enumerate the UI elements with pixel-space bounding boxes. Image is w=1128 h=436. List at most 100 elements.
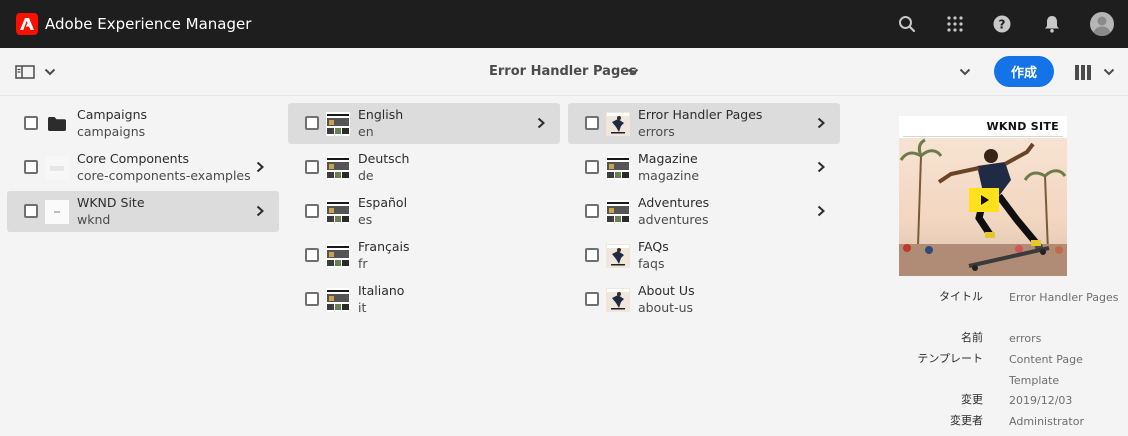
svg-text:?: ? (999, 18, 1006, 32)
item-title: Français (358, 239, 410, 254)
chevron-down-icon[interactable] (627, 67, 639, 77)
meta-value-modified-by: Administrator (1009, 415, 1084, 428)
item-checkbox[interactable] (24, 160, 38, 174)
page-thumbnail (326, 200, 350, 224)
column-item-core-components[interactable]: Core Components core-components-examples (7, 147, 279, 188)
meta-value-title: Error Handler Pages (1009, 291, 1119, 304)
chevron-right-icon[interactable] (815, 205, 827, 217)
item-title: Español (358, 195, 408, 210)
item-name: campaigns (77, 124, 146, 139)
item-title: Italiano (358, 283, 405, 298)
item-title: WKND Site (77, 195, 145, 210)
page-thumbnail (326, 244, 350, 268)
item-title: Deutsch (358, 151, 410, 166)
apps-grid-icon[interactable] (943, 12, 967, 36)
action-bar: Error Handler Pages 作成 (0, 48, 1128, 96)
column-item-error-handler-pages[interactable]: Error Handler Pages errors (568, 103, 840, 144)
app-title[interactable]: Adobe Experience Manager (45, 14, 251, 34)
user-avatar-icon[interactable] (1090, 12, 1114, 36)
column-item-adventures[interactable]: Adventures adventures (568, 191, 840, 232)
column-item-deutsch[interactable]: Deutsch de (288, 147, 560, 188)
select-dropdown-chevron-icon[interactable] (959, 67, 971, 77)
meta-label-modified: 変更 (961, 393, 983, 406)
item-title: English (358, 107, 404, 122)
meta-label-template: テンプレート (917, 352, 983, 365)
page-thumbnail (45, 200, 69, 224)
meta-value-template: Content Page Template (1009, 353, 1083, 387)
item-checkbox[interactable] (585, 248, 599, 262)
item-title: Adventures (638, 195, 710, 210)
adobe-logo-icon[interactable] (16, 13, 38, 35)
meta-label-title: タイトル (939, 290, 983, 303)
item-checkbox[interactable] (585, 292, 599, 306)
item-title: Campaigns (77, 107, 148, 122)
page-thumbnail (606, 288, 630, 312)
item-checkbox[interactable] (305, 292, 319, 306)
item-checkbox[interactable] (305, 248, 319, 262)
page-thumbnail (606, 156, 630, 180)
item-checkbox[interactable] (305, 116, 319, 130)
item-name: errors (638, 124, 675, 139)
item-checkbox[interactable] (305, 160, 319, 174)
notifications-bell-icon[interactable] (1040, 12, 1064, 36)
item-name: wknd (77, 212, 111, 227)
item-checkbox[interactable] (24, 204, 38, 218)
search-icon[interactable] (895, 12, 919, 36)
meta-value-name: errors (1009, 332, 1042, 345)
page-thumbnail (45, 156, 69, 180)
column-item-campaigns[interactable]: Campaigns campaigns (7, 103, 279, 144)
chevron-right-icon[interactable] (815, 161, 827, 173)
item-checkbox[interactable] (24, 116, 38, 130)
column-item-wknd-site[interactable]: WKND Site wknd (7, 191, 279, 232)
page-thumbnail (326, 112, 350, 136)
column-item-magazine[interactable]: Magazine magazine (568, 147, 840, 188)
column-item-francais[interactable]: Français fr (288, 235, 560, 276)
item-title: Error Handler Pages (638, 107, 763, 122)
global-header: Adobe Experience Manager ? (0, 0, 1128, 48)
item-name: es (358, 212, 373, 227)
item-name: it (358, 300, 367, 315)
chevron-down-icon[interactable] (44, 67, 56, 77)
meta-value-modified: 2019/12/03 (1009, 394, 1073, 407)
meta-label-name: 名前 (961, 331, 983, 344)
item-name: core-components-examples (77, 168, 251, 183)
chevron-right-icon[interactable] (254, 161, 266, 173)
item-name: en (358, 124, 374, 139)
preview-site-heading: WKND SITE (986, 120, 1059, 133)
item-title: Magazine (638, 151, 698, 166)
page-preview-image: WKND SITE (899, 116, 1067, 276)
item-name: magazine (638, 168, 700, 183)
item-checkbox[interactable] (305, 204, 319, 218)
chevron-right-icon[interactable] (815, 117, 827, 129)
folder-icon (45, 112, 69, 136)
rail-toggle-icon[interactable] (15, 65, 35, 79)
item-checkbox[interactable] (585, 204, 599, 218)
item-title: Core Components (77, 151, 189, 166)
meta-label-modified-by: 変更者 (950, 414, 983, 427)
item-checkbox[interactable] (585, 160, 599, 174)
page-thumbnail (606, 244, 630, 268)
column-item-about-us[interactable]: About Us about-us (568, 279, 840, 320)
page-thumbnail (606, 200, 630, 224)
item-name: de (358, 168, 374, 183)
column-item-italiano[interactable]: Italiano it (288, 279, 560, 320)
page-thumbnail (326, 288, 350, 312)
item-title: FAQs (638, 239, 669, 254)
column-view-icon[interactable] (1075, 65, 1091, 80)
item-name: about-us (638, 300, 694, 315)
page-thumbnail (606, 112, 630, 136)
column-item-faqs[interactable]: FAQs faqs (568, 235, 840, 276)
item-name: fr (358, 256, 368, 271)
chevron-right-icon[interactable] (254, 205, 266, 217)
column-item-english[interactable]: English en (288, 103, 560, 144)
item-title: About Us (638, 283, 695, 298)
column-item-espanol[interactable]: Español es (288, 191, 560, 232)
chevron-right-icon[interactable] (535, 117, 547, 129)
create-button[interactable]: 作成 (994, 56, 1054, 87)
item-name: faqs (638, 256, 665, 271)
page-thumbnail (326, 156, 350, 180)
current-folder-title[interactable]: Error Handler Pages (489, 63, 637, 81)
chevron-down-icon[interactable] (1103, 67, 1115, 77)
item-checkbox[interactable] (585, 116, 599, 130)
help-icon[interactable]: ? (990, 12, 1014, 36)
